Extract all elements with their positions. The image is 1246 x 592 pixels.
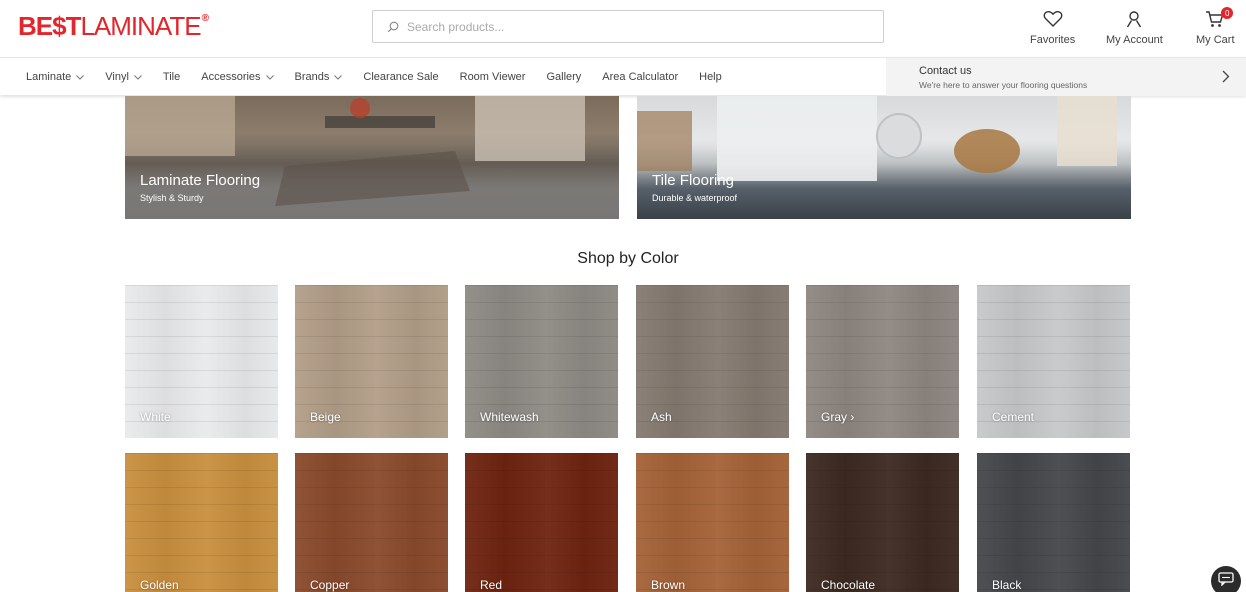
logo-part-best: BE$T — [18, 10, 81, 41]
nav-item-accessories[interactable]: Accessories — [201, 71, 274, 83]
nav-item-brands[interactable]: Brands — [295, 71, 343, 83]
nav-item-label: Laminate — [26, 71, 72, 83]
banner-title: Tile Flooring — [652, 172, 734, 189]
chat-button[interactable] — [1211, 566, 1241, 592]
swatch-label: Ash — [651, 410, 672, 424]
favorites-label: Favorites — [1030, 34, 1076, 46]
site-logo[interactable]: BE$T LAMINATE ® — [18, 10, 209, 42]
color-swatch-red[interactable]: Red — [465, 453, 618, 592]
nav-item-room-viewer[interactable]: Room Viewer — [460, 71, 526, 83]
search-icon[interactable] — [379, 21, 407, 33]
chevron-right-icon — [1222, 70, 1230, 88]
my-account-link[interactable]: My Account — [1106, 10, 1163, 46]
chevron-down-icon — [334, 74, 343, 80]
swatch-label: Gray › — [821, 410, 855, 424]
nav-item-tile[interactable]: Tile — [163, 71, 180, 83]
color-swatch-ash[interactable]: Ash — [636, 285, 789, 438]
color-swatch-brown[interactable]: Brown — [636, 453, 789, 592]
heart-icon — [1043, 10, 1063, 31]
color-swatch-gray[interactable]: Gray › — [806, 285, 959, 438]
color-swatch-black[interactable]: Black — [977, 453, 1130, 592]
nav-item-label: Area Calculator — [602, 71, 679, 83]
favorites-link[interactable]: Favorites — [1030, 10, 1075, 46]
banner-laminate-flooring[interactable]: Laminate Flooring Stylish & Sturdy — [125, 96, 619, 219]
site-header: BE$T LAMINATE ® Favorites My Account 0 M… — [0, 0, 1246, 56]
nav-item-label: Clearance Sale — [363, 71, 439, 83]
nav-item-help[interactable]: Help — [699, 71, 722, 83]
main-nav: Laminate Vinyl Tile Accessories Brands C… — [0, 57, 1246, 96]
nav-item-label: Accessories — [201, 71, 261, 83]
color-swatch-chocolate[interactable]: Chocolate — [806, 453, 959, 592]
chat-icon — [1218, 571, 1234, 591]
swatch-label: Chocolate — [821, 578, 876, 592]
nav-item-gallery[interactable]: Gallery — [546, 71, 581, 83]
swatch-label: Golden — [140, 578, 179, 592]
nav-item-vinyl[interactable]: Vinyl — [105, 71, 142, 83]
contact-subtitle: We're here to answer your flooring quest… — [919, 80, 1088, 90]
color-swatch-beige[interactable]: Beige — [295, 285, 448, 438]
nav-item-label: Tile — [162, 71, 181, 83]
swatch-label: Cement — [992, 410, 1035, 424]
swatch-label: Black — [992, 578, 1022, 592]
swatch-label: Red — [480, 578, 503, 592]
color-swatch-whitewash[interactable]: Whitewash — [465, 285, 618, 438]
swatch-label: White — [140, 410, 171, 424]
logo-registered-mark: ® — [201, 12, 209, 24]
chevron-down-icon — [134, 74, 142, 80]
my-account-label: My Account — [1106, 34, 1163, 46]
banner-subtitle: Durable & waterproof — [652, 193, 738, 203]
chevron-down-icon — [265, 74, 274, 80]
nav-item-label: Gallery — [546, 71, 582, 83]
color-swatch-golden[interactable]: Golden — [125, 453, 278, 592]
my-cart-link[interactable]: 0 My Cart — [1196, 7, 1235, 46]
swatch-label: Whitewash — [480, 410, 539, 424]
shop-by-color-title: Shop by Color — [577, 250, 679, 267]
color-swatch-copper[interactable]: Copper — [295, 453, 448, 592]
chevron-down-icon — [76, 74, 85, 80]
nav-item-label: Vinyl — [105, 71, 129, 83]
nav-menu: Laminate Vinyl Tile Accessories Brands C… — [26, 58, 743, 96]
cart-count-badge: 0 — [1221, 7, 1234, 19]
banner-tile-flooring[interactable]: Tile Flooring Durable & waterproof — [637, 96, 1131, 219]
banner-title: Laminate Flooring — [140, 172, 261, 189]
nav-item-label: Room Viewer — [459, 71, 526, 83]
search-input[interactable] — [407, 19, 867, 34]
color-swatch-cement[interactable]: Cement — [977, 285, 1130, 438]
search-box[interactable] — [372, 10, 884, 43]
swatch-label: Beige — [310, 410, 341, 424]
contact-us-panel[interactable]: Contact us We're here to answer your flo… — [886, 58, 1246, 96]
nav-item-laminate[interactable]: Laminate — [26, 71, 85, 83]
user-icon — [1125, 10, 1143, 31]
nav-item-area-calculator[interactable]: Area Calculator — [602, 71, 678, 83]
nav-item-clearance-sale[interactable]: Clearance Sale — [363, 71, 438, 83]
nav-item-label: Help — [699, 71, 722, 83]
logo-part-laminate: LAMINATE — [80, 10, 201, 41]
swatch-label: Copper — [310, 578, 350, 592]
banner-subtitle: Stylish & Sturdy — [140, 193, 204, 203]
cart-icon: 0 — [1205, 7, 1234, 31]
swatch-label: Brown — [651, 578, 686, 592]
nav-item-label: Brands — [294, 71, 330, 83]
contact-title: Contact us — [919, 65, 972, 77]
my-cart-label: My Cart — [1196, 34, 1235, 46]
color-swatch-white[interactable]: White — [125, 285, 278, 438]
